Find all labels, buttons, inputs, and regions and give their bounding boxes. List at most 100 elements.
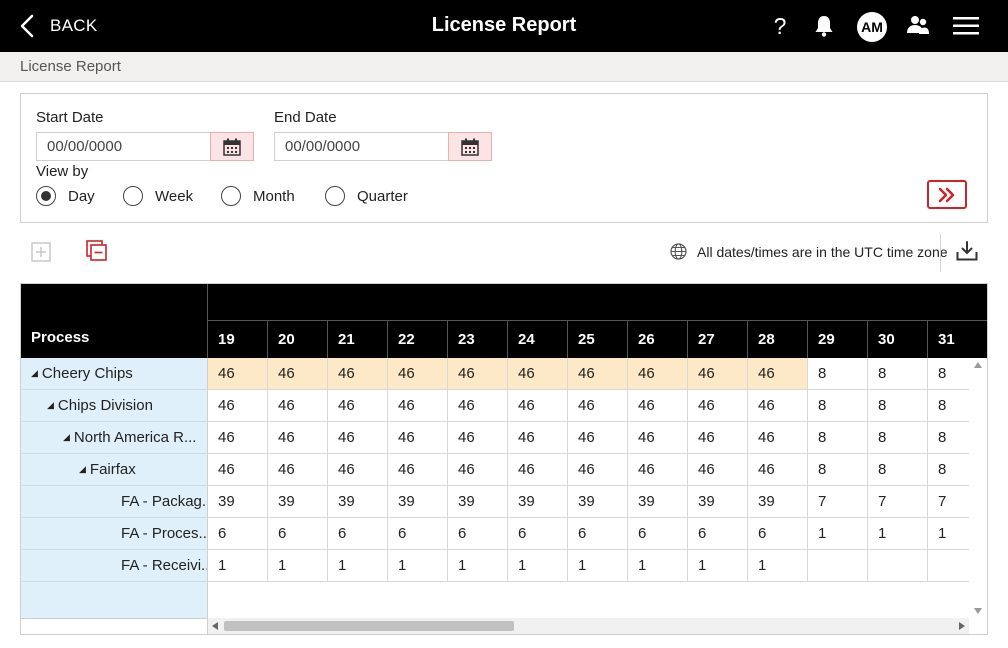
grid-cell: 46 — [568, 454, 628, 486]
column-header[interactable]: 25 — [568, 321, 628, 358]
column-header[interactable]: 22 — [388, 321, 448, 358]
expand-toggle-icon[interactable]: ◢ — [63, 422, 70, 453]
start-date-input[interactable]: 00/00/0000 — [36, 132, 210, 161]
scroll-left-icon[interactable] — [212, 622, 218, 630]
horizontal-scroll-thumb[interactable] — [224, 621, 514, 631]
row-label[interactable]: FA - Receivi... — [21, 550, 208, 582]
scrollbar-corner — [21, 618, 208, 634]
expand-toggle-icon[interactable]: ◢ — [47, 390, 54, 421]
download-icon[interactable] — [956, 241, 978, 266]
expand-all-icon[interactable] — [31, 242, 51, 267]
row-label[interactable]: FA - Proces... — [21, 518, 208, 550]
row-label[interactable]: ◢ Fairfax — [21, 454, 208, 486]
radio-circle — [36, 186, 56, 206]
end-date-calendar-button[interactable] — [448, 132, 492, 161]
run-report-button[interactable] — [927, 180, 967, 209]
column-header[interactable]: 31 — [928, 321, 987, 358]
radio-label: Month — [253, 187, 295, 205]
end-date-input[interactable]: 00/00/0000 — [274, 132, 448, 161]
grid-cell: 8 — [868, 390, 928, 422]
grid-cell: 7 — [868, 486, 928, 518]
grid-cell: 39 — [448, 486, 508, 518]
column-header[interactable]: 28 — [748, 321, 808, 358]
grid-cell: 39 — [688, 486, 748, 518]
grid-cell: 46 — [508, 358, 568, 390]
grid-cell: 46 — [628, 358, 688, 390]
grid-cell: 6 — [748, 518, 808, 550]
users-icon[interactable] — [906, 15, 930, 42]
scroll-up-icon[interactable] — [974, 362, 982, 368]
column-header[interactable]: 20 — [268, 321, 328, 358]
grid-cell: 46 — [208, 422, 268, 454]
grid-cell: 6 — [628, 518, 688, 550]
grid-cell: 6 — [508, 518, 568, 550]
row-label[interactable]: FA - Packag... — [21, 486, 208, 518]
grid-cell: 46 — [628, 454, 688, 486]
help-icon[interactable]: ? — [770, 12, 790, 40]
radio-label: Quarter — [357, 187, 408, 205]
bell-icon[interactable] — [814, 15, 834, 42]
radio-quarter[interactable]: Quarter — [325, 186, 408, 206]
grid-cell: 46 — [748, 358, 808, 390]
row-label[interactable]: ◢ Chips Division — [21, 390, 208, 422]
vertical-scrollbar[interactable] — [969, 358, 987, 618]
radio-month[interactable]: Month — [221, 186, 295, 206]
timezone-note: All dates/times are in the UTC time zone — [670, 243, 948, 260]
row-label-text: Cheery Chips — [41, 365, 133, 382]
grid-cell: 1 — [688, 550, 748, 582]
grid-cell: 39 — [268, 486, 328, 518]
scroll-right-icon[interactable] — [959, 622, 965, 630]
avatar[interactable]: AM — [857, 12, 887, 42]
column-header[interactable]: 29 — [808, 321, 868, 358]
grid-cell: 46 — [328, 422, 388, 454]
column-header[interactable]: 24 — [508, 321, 568, 358]
expand-toggle-icon[interactable]: ◢ — [31, 358, 38, 389]
column-header[interactable]: 23 — [448, 321, 508, 358]
column-header[interactable]: 19 — [208, 321, 268, 358]
grid-cell: 46 — [328, 454, 388, 486]
grid-cell: 8 — [808, 454, 868, 486]
grid-cell: 39 — [748, 486, 808, 518]
grid-cell: 46 — [268, 390, 328, 422]
hamburger-menu-icon[interactable] — [953, 17, 979, 40]
grid-cell: 46 — [628, 422, 688, 454]
column-header[interactable]: 26 — [628, 321, 688, 358]
grid-cell: 46 — [388, 390, 448, 422]
grid-header-band — [208, 284, 987, 321]
grid-cell: 46 — [748, 454, 808, 486]
row-label-text: FA - Packag... — [121, 493, 208, 510]
grid-cell: 46 — [268, 422, 328, 454]
start-date-calendar-button[interactable] — [210, 132, 254, 161]
grid-cell: 1 — [208, 550, 268, 582]
grid-cell: 46 — [448, 358, 508, 390]
column-header[interactable]: 21 — [328, 321, 388, 358]
grid-cell: 46 — [208, 390, 268, 422]
grid-cell: 46 — [688, 390, 748, 422]
scroll-down-icon[interactable] — [974, 608, 982, 614]
breadcrumb-item[interactable]: License Report — [20, 58, 121, 75]
grid-cell: 46 — [688, 422, 748, 454]
row-label-text: Chips Division — [57, 397, 153, 414]
grid-cell: 46 — [388, 358, 448, 390]
grid-cell: 39 — [208, 486, 268, 518]
row-label[interactable]: ◢ North America R... — [21, 422, 208, 454]
grid-cell: 46 — [268, 358, 328, 390]
horizontal-scrollbar[interactable] — [208, 618, 969, 634]
radio-week[interactable]: Week — [123, 186, 193, 206]
expand-toggle-icon[interactable]: ◢ — [79, 454, 86, 485]
column-header[interactable]: 30 — [868, 321, 928, 358]
row-label[interactable]: ◢ Cheery Chips — [21, 358, 208, 390]
grid-cell: 46 — [568, 358, 628, 390]
radio-day[interactable]: Day — [36, 186, 95, 206]
radio-circle — [221, 186, 241, 206]
grid-cell: 46 — [748, 422, 808, 454]
globe-icon — [670, 243, 687, 260]
grid-cell: 46 — [508, 422, 568, 454]
radio-label: Week — [155, 187, 194, 205]
breadcrumb: License Report — [0, 52, 1008, 82]
grid-cell: 6 — [448, 518, 508, 550]
grid-cell: 8 — [868, 358, 928, 390]
grid-cell: 46 — [208, 358, 268, 390]
column-header[interactable]: 27 — [688, 321, 748, 358]
collapse-all-icon[interactable] — [86, 240, 108, 267]
